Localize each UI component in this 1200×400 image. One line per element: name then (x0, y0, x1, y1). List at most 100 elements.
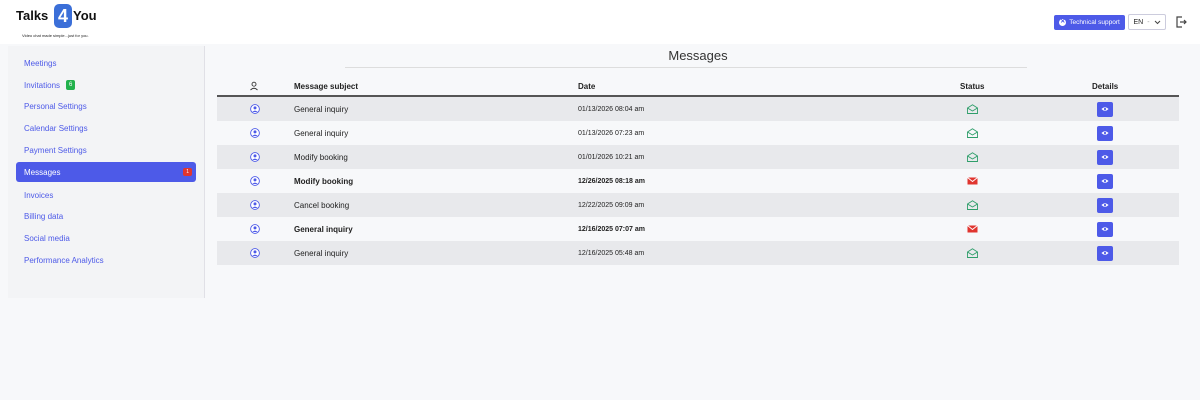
logo-text-left: Talks (16, 8, 49, 23)
language-value: EN (1133, 18, 1144, 26)
sidebar-item-label: Payment Settings (24, 145, 87, 155)
eye-icon (1101, 227, 1109, 231)
eye-icon (1101, 155, 1109, 159)
table-row[interactable]: General inquiry 01/13/2026 08:04 am (217, 97, 1179, 121)
table-row[interactable]: General inquiry 12/16/2025 07:07 am (217, 217, 1179, 241)
table-header: Message subject Date Status Details (217, 78, 1179, 97)
sidebar-item-invitations[interactable]: Invitations 6 (16, 75, 196, 95)
eye-icon (1101, 107, 1109, 111)
message-date: 12/16/2025 05:48 am (578, 249, 645, 257)
unread-envelope-icon (966, 217, 978, 241)
details-cell (1097, 241, 1113, 265)
sidebar-item-label: Performance Analytics (24, 255, 104, 265)
eye-icon (1101, 251, 1109, 255)
page-title: Messages (668, 48, 728, 63)
sidebar-item-meetings[interactable]: Meetings (16, 53, 196, 73)
sidebar-item-label: Social media (24, 233, 70, 243)
view-details-button[interactable] (1097, 197, 1113, 213)
table-row[interactable]: Modify booking 01/01/2026 10:21 am (217, 145, 1179, 169)
logo[interactable]: Talks 4 You Video chat made simple...jus… (8, 2, 104, 42)
message-date: 12/22/2025 09:09 am (578, 201, 645, 209)
view-details-button[interactable] (1097, 221, 1113, 237)
user-icon (249, 169, 261, 193)
view-details-button[interactable] (1097, 173, 1113, 189)
message-date: 01/01/2026 10:21 am (578, 153, 645, 161)
message-date: 01/13/2026 08:04 am (578, 105, 645, 113)
technical-support-label: Technical support (1069, 19, 1120, 26)
details-cell (1097, 193, 1113, 217)
eye-icon (1101, 131, 1109, 135)
column-header-status[interactable]: Status (960, 82, 984, 91)
messages-table: Message subject Date Status Details Gene… (217, 78, 1179, 265)
sidebar-item-label: Messages (24, 167, 61, 177)
language-select[interactable]: EN - (1128, 14, 1166, 30)
logo-tagline: Video chat made simple...just for you. (22, 33, 89, 38)
view-details-button[interactable] (1097, 245, 1113, 261)
user-icon (249, 193, 261, 217)
sidebar-item-billing-data[interactable]: Billing data (16, 206, 196, 226)
message-subject: Modify booking (294, 176, 354, 186)
logout-icon[interactable] (1174, 15, 1188, 29)
read-envelope-icon (966, 145, 978, 169)
sidebar: Meetings Invitations 6 Personal Settings… (8, 46, 205, 298)
sidebar-item-invoices[interactable]: Invoices (16, 185, 196, 205)
logo-number: 4 (54, 4, 72, 28)
view-details-button[interactable] (1097, 125, 1113, 141)
message-date: 12/16/2025 07:07 am (578, 225, 645, 233)
column-header-date[interactable]: Date (578, 82, 595, 91)
details-cell (1097, 217, 1113, 241)
table-row[interactable]: Cancel booking 12/22/2025 09:09 am (217, 193, 1179, 217)
message-subject: General inquiry (294, 224, 353, 234)
sidebar-item-personal-settings[interactable]: Personal Settings (16, 96, 196, 116)
user-icon (249, 81, 259, 93)
table-row[interactable]: Modify booking 12/26/2025 08:18 am (217, 169, 1179, 193)
technical-support-button[interactable]: ✕ Technical support (1054, 15, 1125, 30)
logo-text-right: You (73, 8, 97, 23)
title-divider (345, 67, 1027, 68)
eye-icon (1101, 203, 1109, 207)
sidebar-item-social-media[interactable]: Social media (16, 228, 196, 248)
view-details-button[interactable] (1097, 149, 1113, 165)
details-cell (1097, 169, 1113, 193)
column-header-subject[interactable]: Message subject (294, 82, 358, 91)
message-subject: General inquiry (294, 104, 349, 114)
header: Talks 4 You Video chat made simple...jus… (0, 0, 1200, 44)
column-header-details[interactable]: Details (1092, 82, 1118, 91)
sidebar-item-calendar-settings[interactable]: Calendar Settings (16, 118, 196, 138)
sidebar-item-label: Meetings (24, 58, 57, 68)
support-icon: ✕ (1059, 19, 1067, 26)
read-envelope-icon (966, 241, 978, 265)
unread-envelope-icon (966, 169, 978, 193)
details-cell (1097, 145, 1113, 169)
read-envelope-icon (966, 97, 978, 121)
sidebar-item-performance-analytics[interactable]: Performance Analytics (16, 250, 196, 270)
user-icon (249, 97, 261, 121)
details-cell (1097, 97, 1113, 121)
user-icon (249, 217, 261, 241)
sidebar-item-label: Billing data (24, 211, 64, 221)
messages-badge: 1 (183, 168, 192, 176)
read-envelope-icon (966, 121, 978, 145)
chevron-down-icon (1154, 20, 1160, 24)
message-subject: Modify booking (294, 152, 348, 162)
details-cell (1097, 121, 1113, 145)
user-icon (249, 121, 261, 145)
sidebar-item-payment-settings[interactable]: Payment Settings (16, 140, 196, 160)
sidebar-item-label: Calendar Settings (24, 123, 88, 133)
message-subject: Cancel booking (294, 200, 350, 210)
message-date: 01/13/2026 07:23 am (578, 129, 645, 137)
message-subject: General inquiry (294, 248, 349, 258)
view-details-button[interactable] (1097, 101, 1113, 117)
table-row[interactable]: General inquiry 12/16/2025 05:48 am (217, 241, 1179, 265)
sidebar-item-label: Invoices (24, 190, 54, 200)
read-envelope-icon (966, 193, 978, 217)
message-subject: General inquiry (294, 128, 349, 138)
table-body: General inquiry 01/13/2026 08:04 am Genera… (217, 97, 1179, 265)
sidebar-item-label: Personal Settings (24, 101, 87, 111)
user-icon (249, 241, 261, 265)
eye-icon (1101, 179, 1109, 183)
main-content: Messages Message subject Date Status Det… (205, 46, 1187, 298)
sidebar-item-messages[interactable]: Messages 1 (16, 162, 196, 182)
user-icon (249, 145, 261, 169)
table-row[interactable]: General inquiry 01/13/2026 07:23 am (217, 121, 1179, 145)
